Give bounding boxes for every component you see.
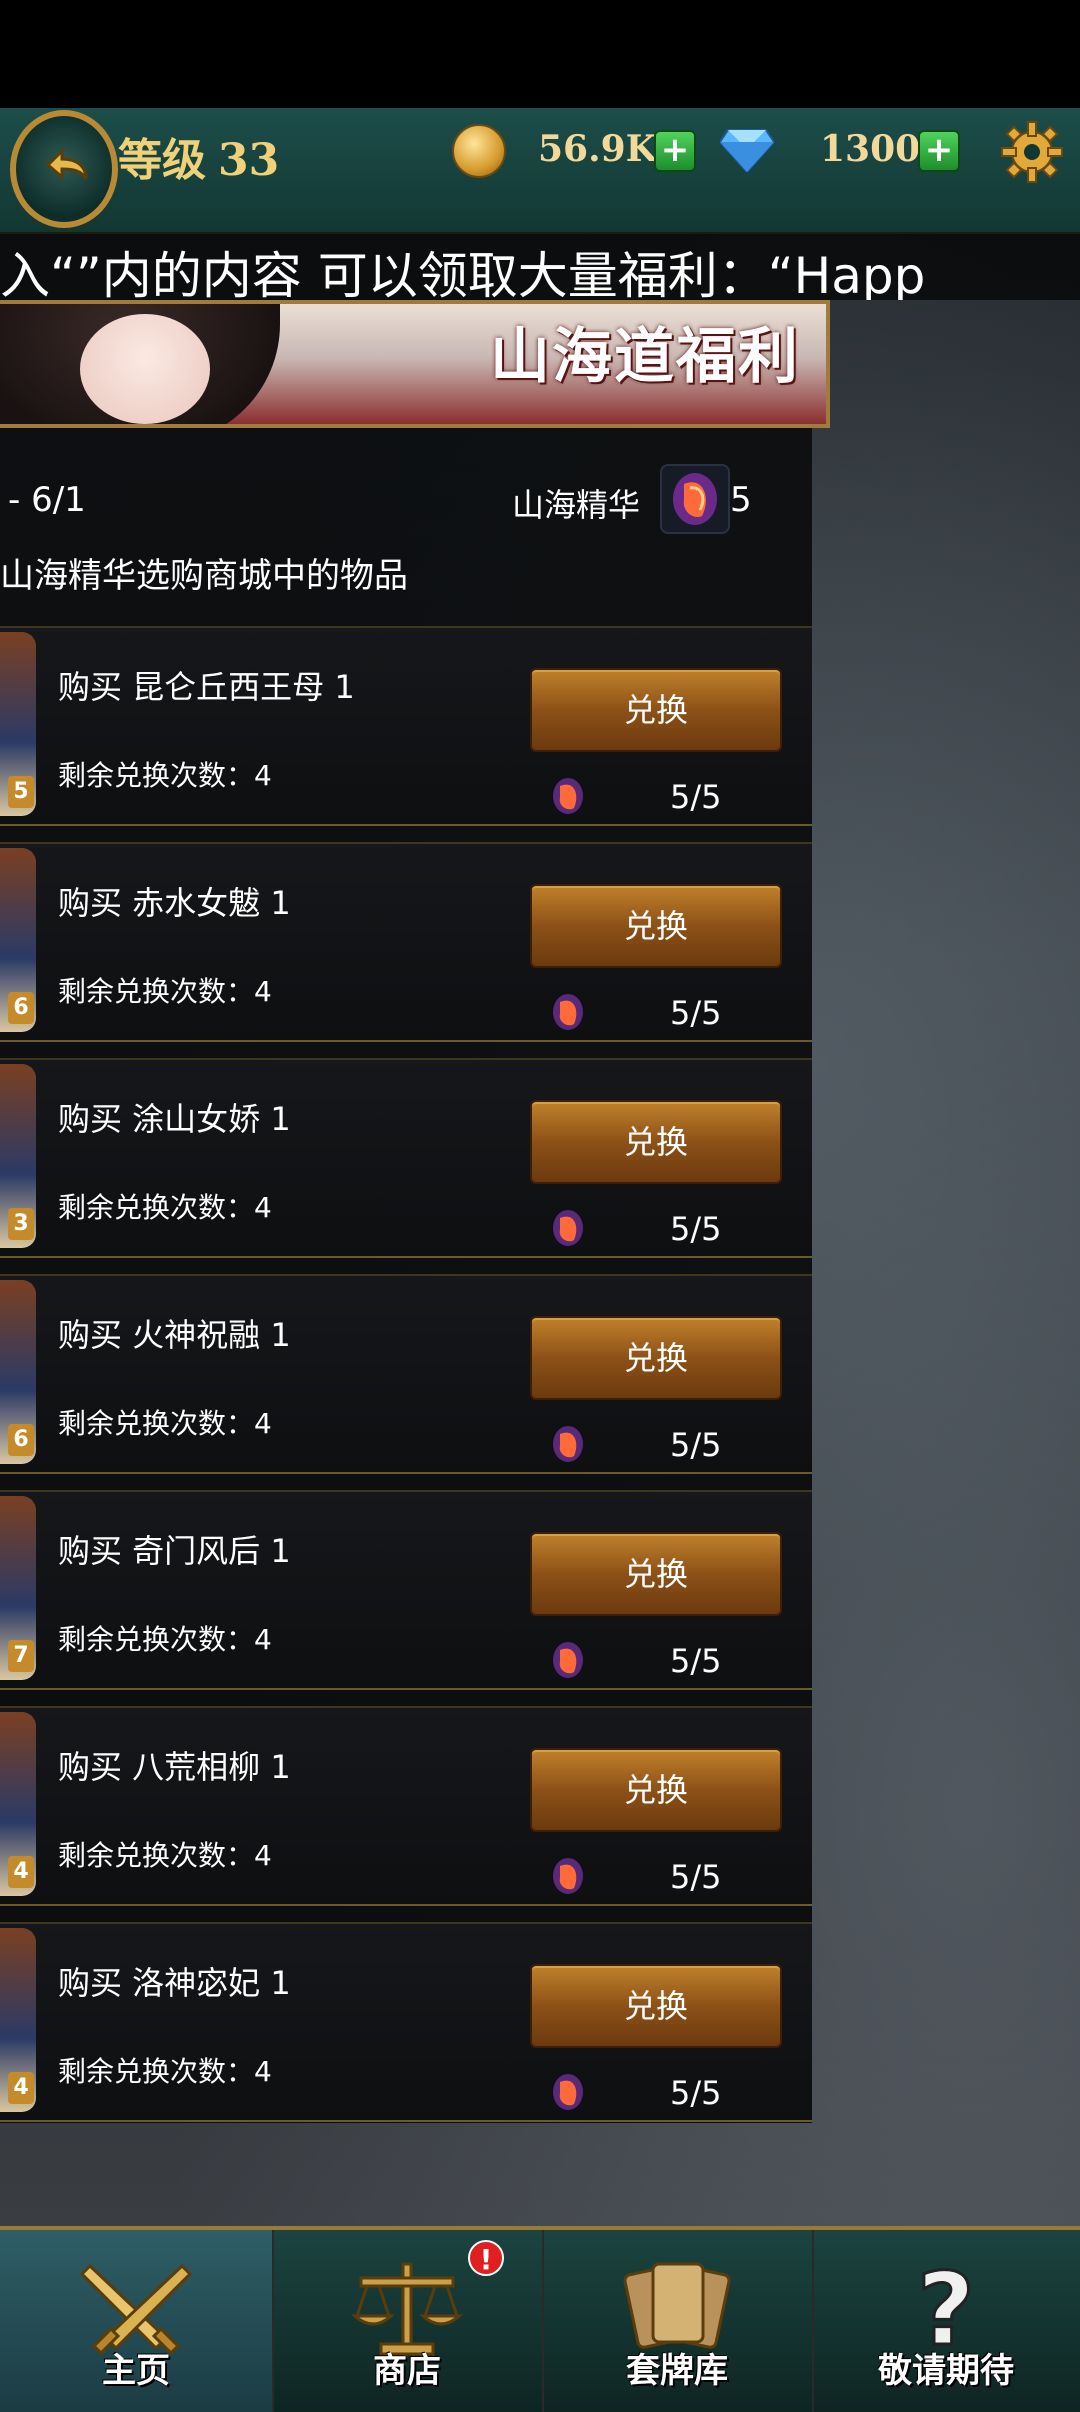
- nav-home-label: 主页: [102, 2351, 170, 2391]
- exchange-button[interactable]: 兑换: [530, 1100, 782, 1184]
- nav-coming-soon[interactable]: ? 敬请期待: [812, 2230, 1080, 2412]
- item-cost: 5/5: [670, 1426, 722, 1464]
- exchange-button[interactable]: 兑换: [530, 1964, 782, 2048]
- item-cost: 5/5: [670, 1642, 722, 1680]
- essence-icon: [553, 994, 583, 1030]
- star-badge: 4: [8, 2072, 34, 2104]
- list-item: 4 购买 八荒相柳 1 剩余兑换次数：4 兑换 5/5: [0, 1706, 812, 1906]
- item-cost: 5/5: [670, 1210, 722, 1248]
- essence-icon: [553, 1642, 583, 1678]
- add-gems-button[interactable]: +: [918, 130, 960, 172]
- add-coins-button[interactable]: +: [654, 130, 696, 172]
- star-badge: 5: [8, 776, 34, 808]
- nav-deck-label: 套牌库: [626, 2351, 728, 2391]
- exchange-button[interactable]: 兑换: [530, 1316, 782, 1400]
- gear-icon[interactable]: [1000, 120, 1064, 184]
- essence-count: 5: [730, 480, 752, 520]
- item-name: 购买 赤水女魃 1: [58, 884, 291, 922]
- essence-icon: [553, 2074, 583, 2110]
- star-badge: 4: [8, 1856, 34, 1888]
- nav-coming-label: 敬请期待: [878, 2351, 1014, 2391]
- coin-value: 56.9K: [538, 128, 657, 170]
- item-cost: 5/5: [670, 778, 722, 816]
- item-name: 购买 洛神宓妃 1: [58, 1964, 291, 2002]
- item-name: 购买 火神祝融 1: [58, 1316, 291, 1354]
- item-name: 购买 八荒相柳 1: [58, 1748, 291, 1786]
- marquee-text: 入“”内的内容 可以领取大量福利：“Happ: [0, 247, 926, 300]
- item-cost: 5/5: [670, 1858, 722, 1896]
- banner-character-face: [80, 314, 210, 424]
- item-remaining-count: 剩余兑换次数：4: [58, 1839, 272, 1872]
- exchange-button[interactable]: 兑换: [530, 668, 782, 752]
- nav-deck[interactable]: 套牌库: [542, 2230, 814, 2412]
- star-badge: 3: [8, 1208, 34, 1240]
- essence-icon: [660, 464, 730, 534]
- level-display: 等级 33: [118, 124, 279, 188]
- list-item: 6 购买 火神祝融 1 剩余兑换次数：4 兑换 5/5: [0, 1274, 812, 1474]
- list-item: 3 购买 涂山女娇 1 剩余兑换次数：4 兑换 5/5: [0, 1058, 812, 1258]
- star-badge: 7: [8, 1640, 34, 1672]
- announcement-marquee: 入“”内的内容 可以领取大量福利：“Happ: [0, 232, 1080, 300]
- item-remaining-count: 剩余兑换次数：4: [58, 759, 272, 792]
- banner-title: 山海道福利: [490, 322, 800, 392]
- list-item: 6 购买 赤水女魃 1 剩余兑换次数：4 兑换 5/5: [0, 842, 812, 1042]
- essence-icon: [553, 1210, 583, 1246]
- back-button[interactable]: [10, 110, 118, 228]
- shop-alert-badge: !: [468, 2240, 504, 2276]
- essence-icon: [553, 778, 583, 814]
- item-name: 购买 昆仑丘西王母 1: [58, 668, 355, 706]
- panel-description: 山海精华选购商城中的物品: [0, 556, 408, 596]
- event-banner: 山海道福利: [0, 300, 830, 428]
- gem-icon: [720, 129, 774, 172]
- item-name: 购买 奇门风后 1: [58, 1532, 291, 1570]
- gem-value: 1300: [820, 128, 921, 170]
- back-arrow-icon: [45, 147, 88, 181]
- level-label: 等级: [118, 135, 206, 186]
- coin-icon: [452, 124, 506, 178]
- nav-home[interactable]: 主页: [0, 2230, 274, 2412]
- item-name: 购买 涂山女娇 1: [58, 1100, 291, 1138]
- item-remaining-count: 剩余兑换次数：4: [58, 2055, 272, 2088]
- exchange-button[interactable]: 兑换: [530, 884, 782, 968]
- item-remaining-count: 剩余兑换次数：4: [58, 1407, 272, 1440]
- exchange-button[interactable]: 兑换: [530, 1532, 782, 1616]
- star-badge: 6: [8, 992, 34, 1024]
- bottom-navigation: 主页 商店 套牌库 ? 敬请期待: [0, 2226, 1080, 2412]
- essence-label: 山海精华: [512, 486, 641, 524]
- level-value: 33: [218, 135, 280, 186]
- item-cost: 5/5: [670, 994, 722, 1032]
- item-remaining-count: 剩余兑换次数：4: [58, 975, 272, 1008]
- item-remaining-count: 剩余兑换次数：4: [58, 1623, 272, 1656]
- list-item: 5 购买 昆仑丘西王母 1 剩余兑换次数：4 兑换 5/5: [0, 626, 812, 826]
- item-cost: 5/5: [670, 2074, 722, 2112]
- item-remaining-count: 剩余兑换次数：4: [58, 1191, 272, 1224]
- essence-icon: [553, 1426, 583, 1462]
- nav-shop-label: 商店: [373, 2351, 441, 2391]
- essence-icon: [553, 1858, 583, 1894]
- exchange-button[interactable]: 兑换: [530, 1748, 782, 1832]
- event-date-range: - 6/1: [8, 480, 86, 520]
- star-badge: 6: [8, 1424, 34, 1456]
- list-item: 7 购买 奇门风后 1 剩余兑换次数：4 兑换 5/5: [0, 1490, 812, 1690]
- list-item: 4 购买 洛神宓妃 1 剩余兑换次数：4 兑换 5/5: [0, 1922, 812, 2122]
